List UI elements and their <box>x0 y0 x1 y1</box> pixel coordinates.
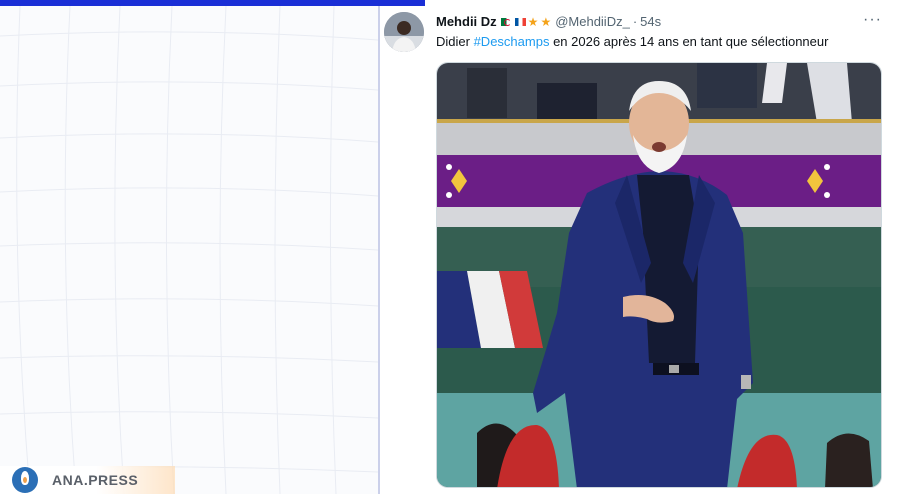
algeria-flag-icon <box>500 18 512 26</box>
watermark: ANA.PRESS <box>0 466 175 494</box>
tweet-text: Didier #Deschamps en 2026 après 14 ans e… <box>436 34 828 50</box>
tweet-text-prefix: Didier <box>436 34 474 49</box>
watermark-label: ANA.PRESS <box>52 472 139 488</box>
display-name[interactable]: Mehdii Dz <box>436 14 497 30</box>
separator-dot: · <box>632 14 638 29</box>
star-icon: ★ <box>540 15 552 29</box>
user-avatar[interactable] <box>384 12 424 52</box>
grid-background <box>0 6 378 494</box>
france-flag-icon <box>514 18 526 26</box>
tweet-header: Mehdii Dz ★ ★ @MehdiiDz_ · 54s <box>436 14 661 30</box>
tweet-media-photo[interactable] <box>436 62 882 488</box>
more-options-icon[interactable]: ··· <box>863 12 882 28</box>
star-icon: ★ <box>527 15 539 29</box>
ana-press-logo-icon <box>12 467 38 493</box>
tweet-text-suffix: en 2026 après 14 ans en tant que sélecti… <box>549 34 829 49</box>
user-handle[interactable]: @MehdiiDz_ <box>555 14 630 30</box>
timestamp[interactable]: 54s <box>640 14 661 30</box>
hashtag-link[interactable]: #Deschamps <box>474 34 550 49</box>
tweet-card[interactable]: Mehdii Dz ★ ★ @MehdiiDz_ · 54s ··· Didie… <box>380 6 900 494</box>
